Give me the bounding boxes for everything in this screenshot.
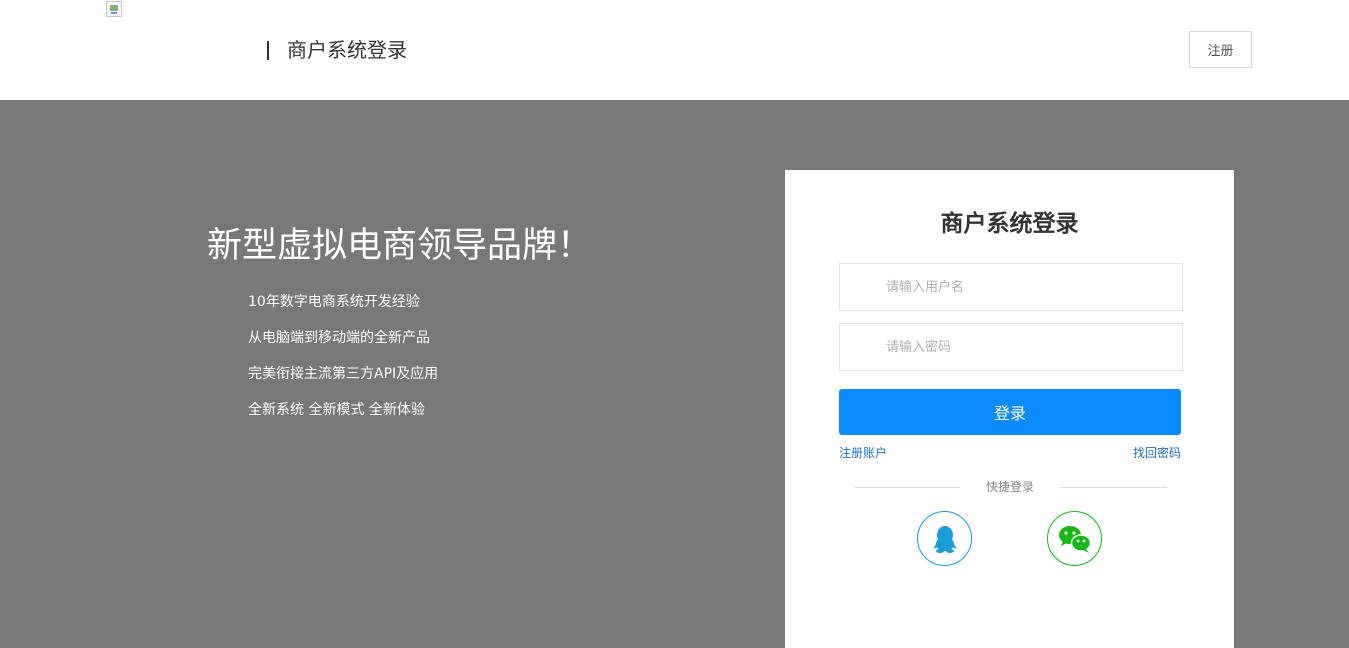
header-register-button[interactable]: 注册 bbox=[1189, 31, 1252, 68]
qq-login-button[interactable] bbox=[917, 511, 972, 566]
register-account-link[interactable]: 注册账户 bbox=[839, 444, 887, 462]
header-divider bbox=[267, 41, 269, 60]
wechat-icon bbox=[1058, 525, 1091, 553]
feature-item: 完美衔接主流第三方API及应用 bbox=[248, 366, 439, 382]
feature-list: 10年数字电商系统开发经验 从电脑端到移动端的全新产品 完美衔接主流第三方API… bbox=[248, 292, 438, 436]
divider-line bbox=[855, 487, 960, 488]
username-input[interactable] bbox=[840, 264, 1182, 310]
feature-item: 全新系统 全新模式 全新体验 bbox=[248, 402, 425, 418]
header-title: 商户系统登录 bbox=[287, 38, 407, 62]
logo-image-icon bbox=[106, 1, 122, 17]
feature-item: 10年数字电商系统开发经验 bbox=[248, 294, 420, 310]
quick-login-label: 快捷登录 bbox=[985, 480, 1034, 494]
qq-icon bbox=[932, 525, 957, 553]
feature-item: 从电脑端到移动端的全新产品 bbox=[248, 330, 430, 346]
wechat-login-button[interactable] bbox=[1047, 511, 1102, 566]
banner-slogan: 新型虚拟电商领导品牌！ bbox=[207, 226, 593, 266]
login-card: 商户系统登录 登录 注册账户 找回密码 快捷登录 bbox=[785, 170, 1234, 648]
password-field[interactable] bbox=[839, 323, 1183, 371]
divider-line bbox=[1060, 487, 1167, 488]
password-input[interactable] bbox=[840, 324, 1182, 370]
login-button[interactable]: 登录 bbox=[839, 389, 1181, 435]
username-field[interactable] bbox=[839, 263, 1183, 311]
top-header: 商户系统登录 注册 bbox=[0, 0, 1349, 100]
forgot-password-link[interactable]: 找回密码 bbox=[1133, 444, 1181, 462]
login-title: 商户系统登录 bbox=[940, 211, 1079, 237]
